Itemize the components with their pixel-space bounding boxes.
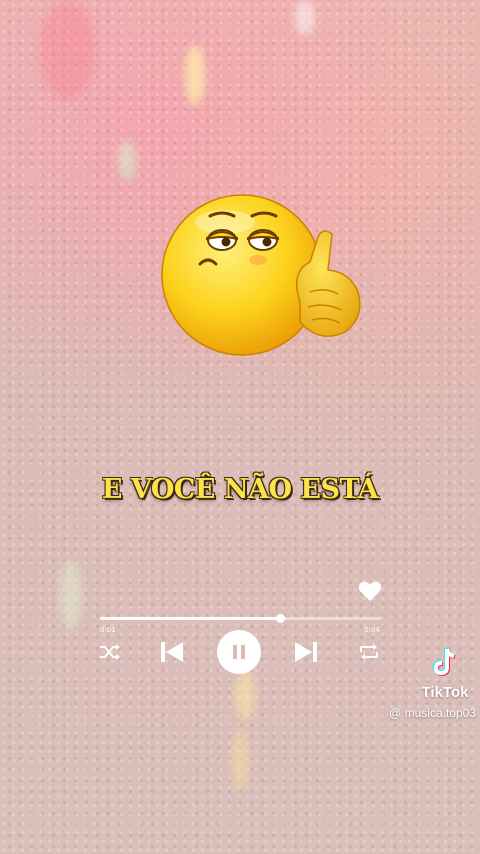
pause-icon bbox=[233, 645, 245, 659]
repeat-button[interactable] bbox=[357, 641, 381, 663]
creator-handle: @ musica.top03 bbox=[389, 706, 476, 720]
total-time: 0:04 bbox=[364, 626, 380, 634]
elapsed-time: 0:01 bbox=[100, 626, 116, 634]
pause-button[interactable] bbox=[217, 630, 261, 674]
repeat-icon bbox=[360, 644, 378, 660]
previous-button[interactable] bbox=[158, 638, 186, 666]
bokeh-light bbox=[60, 560, 82, 630]
lyric-caption: E VOCÊ NÃO ESTÁ bbox=[101, 474, 379, 505]
heart-icon[interactable] bbox=[358, 580, 382, 602]
tiktok-logo-icon bbox=[432, 647, 456, 677]
tiktok-brand-label: TikTok bbox=[421, 684, 469, 701]
bokeh-light bbox=[232, 730, 248, 790]
wall-texture-background bbox=[0, 0, 480, 854]
bokeh-light bbox=[235, 670, 255, 720]
next-button[interactable] bbox=[292, 638, 320, 666]
previous-icon bbox=[161, 642, 183, 662]
bokeh-light bbox=[40, 0, 95, 100]
bored-face-pointing-emoji bbox=[161, 194, 361, 356]
tiktok-watermark: TikTok bbox=[410, 646, 480, 701]
progress-bar[interactable] bbox=[100, 614, 382, 623]
shuffle-icon bbox=[100, 644, 120, 660]
progress-fill bbox=[100, 617, 281, 620]
bokeh-light bbox=[295, 0, 315, 35]
bokeh-light bbox=[118, 140, 136, 180]
shuffle-button[interactable] bbox=[98, 641, 122, 663]
bokeh-light bbox=[185, 45, 205, 105]
next-icon bbox=[295, 642, 317, 662]
